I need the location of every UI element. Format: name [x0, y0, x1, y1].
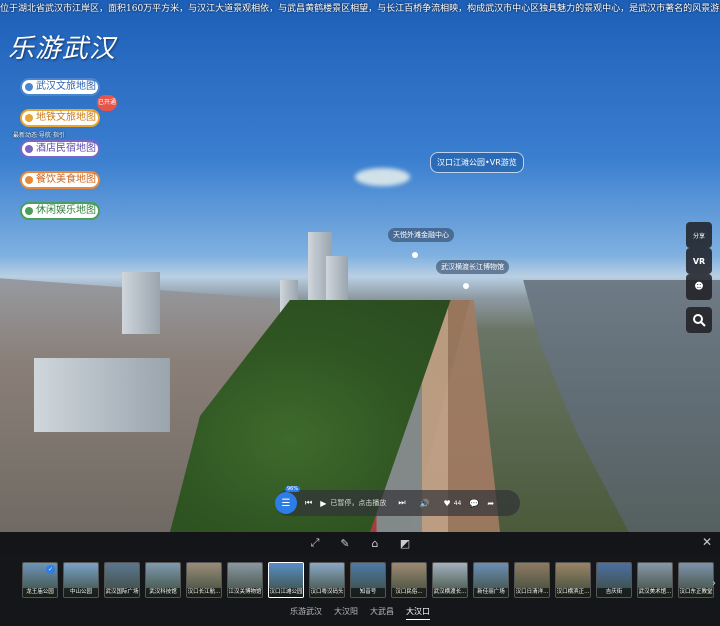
scene-thumbnails: 龙王庙公园 ✓ 中山公园 武汉国际广场 武汉科技馆 汉口长江航... 江汉关博物馆 汉口江滩公…	[22, 562, 719, 598]
scene-thumbnail[interactable]: 武汉科技馆	[145, 562, 181, 598]
scene-thumbnail-label: 武汉国际广场	[105, 588, 139, 597]
share-label: 分享	[692, 232, 705, 240]
scene-thumbnail[interactable]: 汉口长江航...	[186, 562, 222, 598]
navigation-tip: 最新动态·导航·指引	[13, 132, 65, 139]
scene-thumbnail-label: 知音号	[351, 588, 385, 597]
scene-thumbnail[interactable]: 江汉关博物馆	[227, 562, 263, 598]
scene-thumbnail-label: 江汉关博物馆	[228, 588, 262, 597]
building	[34, 358, 170, 432]
scene-thumbnail[interactable]: 汉口民俗...	[391, 562, 427, 598]
scene-thumbnail[interactable]: 知音号	[350, 562, 386, 598]
share-arrow-icon[interactable]: ➦	[487, 499, 494, 508]
playlist-button[interactable]: ☰	[275, 492, 297, 514]
scene-thumbnail[interactable]: 武汉美术馆...	[637, 562, 673, 598]
play-icon[interactable]: ▶	[320, 499, 326, 508]
scene-thumbnail-label: 汉口横滨正...	[556, 588, 590, 597]
scene-thumbnail-label: 新佳丽广场	[474, 588, 508, 597]
list-icon: ☰	[281, 497, 291, 509]
cloud	[355, 168, 410, 186]
scene-groups: 乐游武汉 大汉阳 大武昌 大汉口	[0, 606, 720, 620]
avatar-button[interactable]: ☻	[686, 274, 712, 300]
scene-thumbnail-label: 汉口江滩公园	[269, 588, 303, 597]
scene-thumbnail[interactable]: 汉口江滩公园	[268, 562, 304, 598]
comment-icon[interactable]: 💬	[469, 499, 479, 508]
scene-thumbnail-label: 吉庆街	[597, 588, 631, 597]
scene-thumbnail-label: 中山公园	[64, 588, 98, 597]
search-icon	[693, 314, 706, 327]
hotspot-hankou-riverside-vr[interactable]: 汉口江滩公园•VR游览	[430, 152, 524, 173]
hotspot-swim-museum[interactable]: 武汉横渡长江博物馆	[436, 260, 509, 274]
scene-thumbnail-label: 汉口粤汉码头	[310, 588, 344, 597]
hotspot-dot[interactable]	[463, 283, 469, 289]
map-menu: 武汉文旅地图 地铁文旅地图 酒店民宿地图 餐饮美食地图 休闲娱乐地图	[20, 78, 100, 233]
scene-thumbnail[interactable]: 汉口东正教堂	[678, 562, 714, 598]
vr-mode-button[interactable]: VR	[686, 248, 712, 274]
scene-thumbnail[interactable]: 汉口横滨正...	[555, 562, 591, 598]
previous-track-icon[interactable]: ⏮	[305, 498, 312, 508]
scene-thumbnail[interactable]: 中山公园	[63, 562, 99, 598]
menu-food-map[interactable]: 餐饮美食地图	[20, 171, 100, 189]
scene-thumbnail-label: 龙王庙公园	[23, 588, 57, 597]
scene-thumbnail-label: 武汉美术馆...	[638, 588, 672, 597]
scene-group-tab[interactable]: 乐游武汉	[290, 606, 322, 620]
menu-metro-tourism-map[interactable]: 地铁文旅地图	[20, 109, 100, 127]
scene-thumbnail[interactable]: 汉口粤汉码头	[309, 562, 345, 598]
scene-group-tab[interactable]: 大汉口	[406, 606, 430, 620]
vr-glasses-icon[interactable]: ⌂	[360, 537, 390, 550]
check-icon: ✓	[46, 565, 55, 574]
scene-thumbnail-label: 汉口长江航...	[187, 588, 221, 597]
player-status: 已暂停，点击播放	[330, 499, 387, 507]
menu-leisure-map[interactable]: 休闲娱乐地图	[20, 202, 100, 220]
scene-thumbnail[interactable]: 汉口日清洋...	[514, 562, 550, 598]
app-logo: 乐游武汉	[8, 34, 117, 64]
audio-player-bar: ☰ 96% ⏮ ▶ 已暂停，点击播放 ⏭ 🔊 ♥ 44 💬 ➦	[275, 486, 520, 516]
bottom-toolbar: ⤢ ✎ ⌂ ◩ ✕	[0, 532, 720, 554]
close-icon[interactable]: ✕	[702, 535, 712, 549]
scene-thumbnail[interactable]: 龙王庙公园 ✓	[22, 562, 58, 598]
search-button[interactable]	[686, 307, 712, 333]
scene-thumbnail[interactable]: 新佳丽广场	[473, 562, 509, 598]
scene-thumbnail-label: 汉口日清洋...	[515, 588, 549, 597]
progress-badge: 96%	[285, 486, 301, 492]
volume-icon[interactable]: 🔊	[420, 499, 430, 508]
scene-thumbnail-label: 武汉科技馆	[146, 588, 180, 597]
menu-hotel-map[interactable]: 酒店民宿地图	[20, 140, 100, 158]
avatar-icon: ☻	[694, 282, 704, 292]
menu-culture-tourism-map[interactable]: 武汉文旅地图	[20, 78, 100, 96]
like-icon[interactable]: ♥	[444, 499, 451, 508]
chevron-right-icon[interactable]: ›	[712, 578, 716, 589]
panorama-view[interactable]	[0, 0, 720, 532]
sticker-icon[interactable]: ◩	[390, 537, 420, 550]
like-count: 44	[453, 499, 462, 507]
hotspot-dot[interactable]	[412, 252, 418, 258]
hotspot-finance-center[interactable]: 天悦外滩金融中心	[388, 228, 454, 242]
building	[122, 272, 160, 334]
scene-thumbnail-label: 汉口民俗...	[392, 588, 426, 597]
scene-group-tab[interactable]: 大汉阳	[334, 606, 358, 620]
scene-thumbnail-label: 汉口东正教堂	[679, 588, 713, 597]
scene-group-tab[interactable]: 大武昌	[370, 606, 394, 620]
fullscreen-icon[interactable]: ⤢	[300, 536, 330, 550]
share-button[interactable]: 分享	[686, 222, 712, 248]
scene-thumbnail[interactable]: 吉庆街	[596, 562, 632, 598]
scene-strip: 龙王庙公园 ✓ 中山公园 武汉国际广场 武汉科技馆 汉口长江航... 江汉关博物馆 汉口江滩公…	[0, 554, 720, 626]
vr-icon: VR	[692, 256, 706, 266]
new-badge: 已开通	[97, 95, 117, 111]
scene-description-marquee: 位于湖北省武汉市江岸区，面积160万平方米，与汉江大道景观相依，与武昌黄鹤楼景区…	[0, 4, 720, 14]
scene-thumbnail[interactable]: 武汉国际广场	[104, 562, 140, 598]
scene-thumbnail[interactable]: 武汉横渡长...	[432, 562, 468, 598]
gyroscope-icon[interactable]: ✎	[330, 537, 360, 550]
scene-thumbnail-label: 武汉横渡长...	[433, 588, 467, 597]
next-track-icon[interactable]: ⏭	[398, 498, 405, 508]
